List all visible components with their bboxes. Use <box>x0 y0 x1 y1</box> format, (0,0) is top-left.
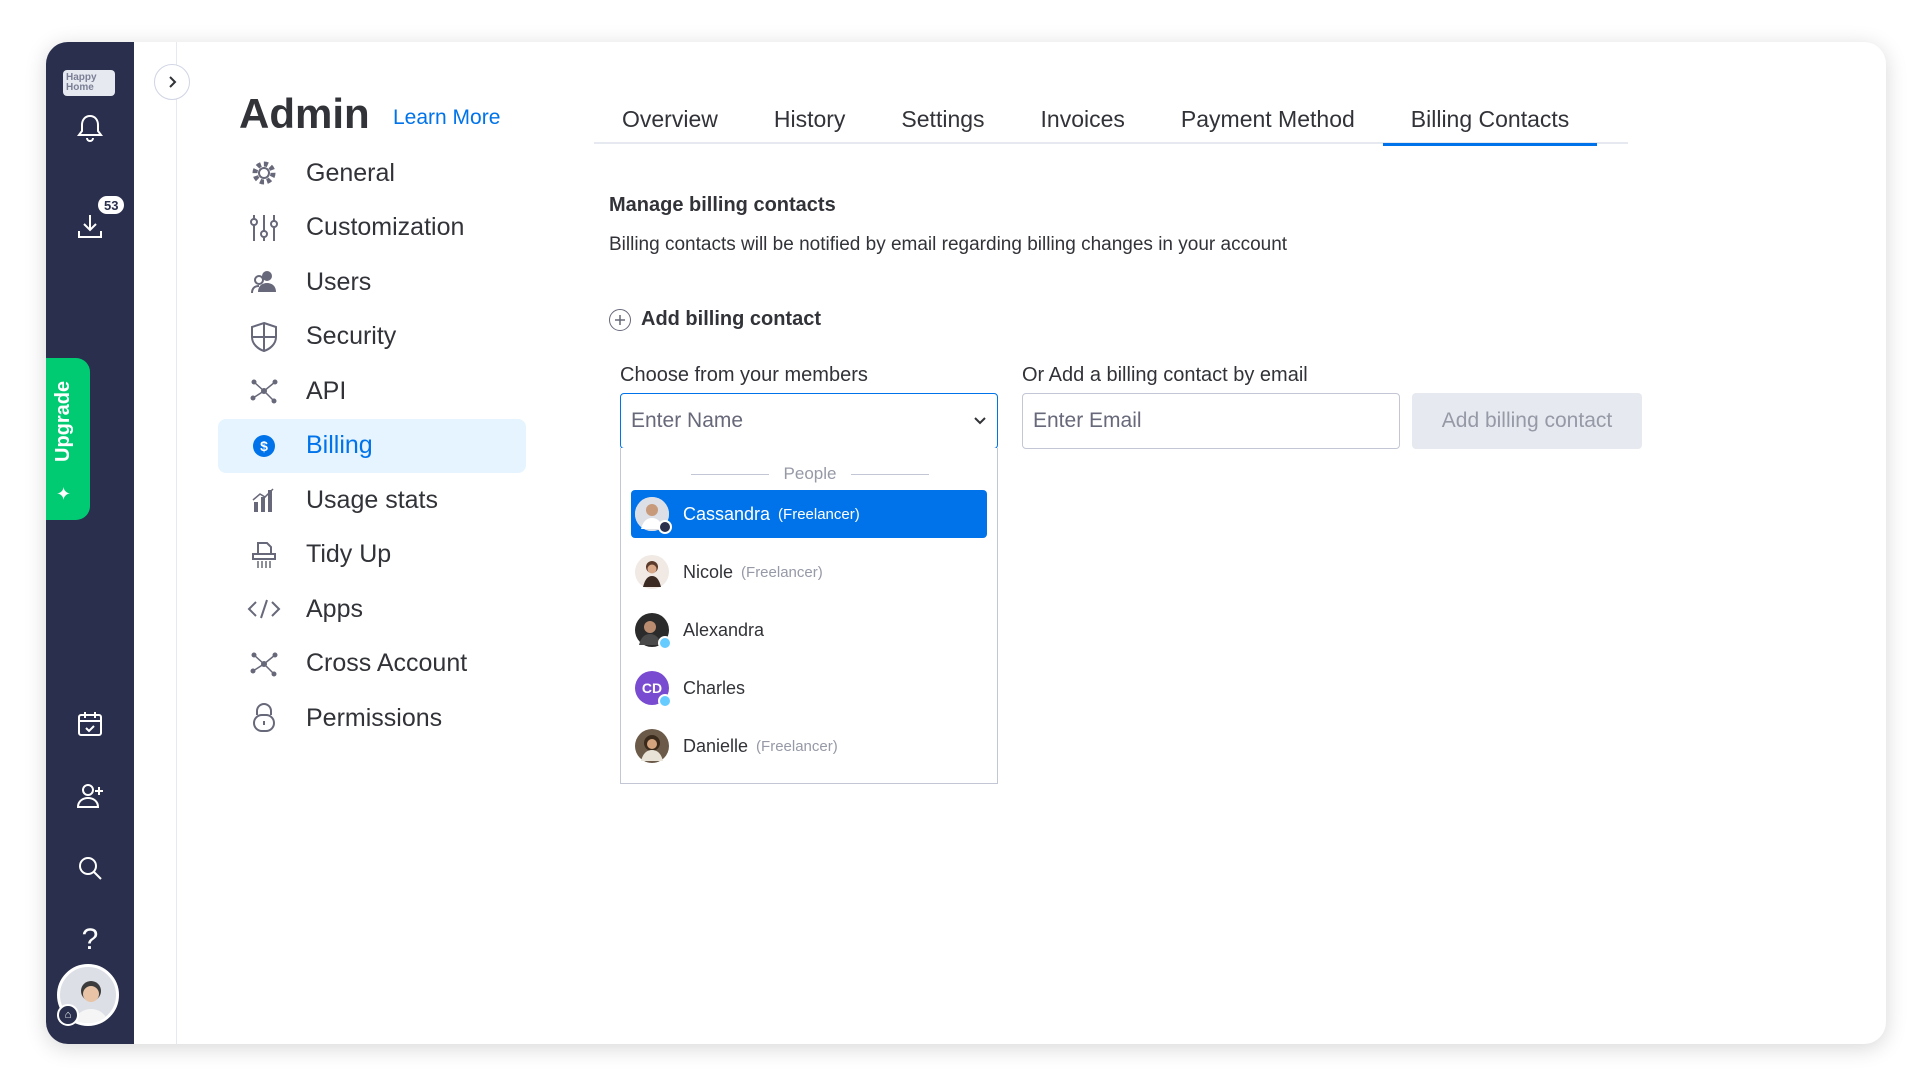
nav-item-users[interactable]: Users <box>218 255 526 309</box>
tab-payment-method[interactable]: Payment Method <box>1153 94 1383 144</box>
member-option-cassandra[interactable]: Cassandra (Freelancer) <box>631 490 987 538</box>
nav-item-usage-stats[interactable]: Usage stats <box>218 473 526 527</box>
nav-label: Customization <box>306 213 465 241</box>
bell-icon[interactable] <box>70 108 110 148</box>
upgrade-button[interactable]: Upgrade ✦ <box>46 358 90 520</box>
code-icon <box>246 591 282 627</box>
chevron-down-icon <box>974 417 986 425</box>
nav-label: API <box>306 376 347 405</box>
lock-icon <box>246 700 282 736</box>
nav-item-apps[interactable]: Apps <box>218 582 526 636</box>
nav-label: Tidy Up <box>306 540 392 568</box>
gear-icon <box>246 155 282 191</box>
group-separator: People <box>691 464 929 484</box>
nav-label: Security <box>306 322 397 350</box>
svg-text:$: $ <box>260 438 268 454</box>
billing-tabs: Overview History Settings Invoices Payme… <box>594 94 1628 146</box>
nav-item-billing[interactable]: $ Billing <box>218 418 526 473</box>
add-billing-contact-toggle[interactable]: Add billing contact <box>609 308 821 331</box>
home-icon <box>658 520 672 534</box>
api-nodes-icon <box>246 373 282 409</box>
option-name: Cassandra <box>683 503 771 524</box>
sidebar-divider <box>176 42 177 1044</box>
tab-invoices[interactable]: Invoices <box>1013 94 1153 144</box>
dollar-circle-icon: $ <box>246 428 282 464</box>
shredder-icon <box>246 537 282 573</box>
nav-label: General <box>306 158 395 187</box>
admin-nav: General Customization Users Security API <box>218 146 526 746</box>
add-billing-contact-button[interactable]: Add billing contact <box>1412 393 1642 449</box>
shield-icon <box>246 319 282 355</box>
left-rail: Happy Home 53 Upgrade ✦ ? ⌂ <box>46 42 134 1044</box>
member-name-select[interactable]: Enter Name <box>620 393 998 449</box>
nav-item-general[interactable]: General <box>218 146 526 200</box>
nav-item-tidy-up[interactable]: Tidy Up <box>218 528 526 582</box>
nav-label: Cross Account <box>306 649 468 677</box>
nav-item-customization[interactable]: Customization <box>218 201 526 255</box>
email-placeholder: Enter Email <box>1033 409 1142 432</box>
option-tag: (Freelancer) <box>741 563 823 581</box>
nav-item-cross-account[interactable]: Cross Account <box>218 637 526 691</box>
email-label: Or Add a billing contact by email <box>1022 364 1308 386</box>
users-icon <box>246 264 282 300</box>
avatar: CD <box>635 671 672 708</box>
calendar-check-icon[interactable] <box>70 704 110 744</box>
avatar <box>635 497 672 534</box>
group-label: People <box>783 464 837 483</box>
avatar-initials: CD <box>641 680 663 696</box>
avatar <box>635 555 669 589</box>
option-name: Alexandra <box>683 619 765 640</box>
name-placeholder: Enter Name <box>631 409 744 432</box>
page-title: Admin <box>239 90 370 137</box>
plus-circle-icon <box>609 308 631 331</box>
option-name: Charles <box>683 677 746 698</box>
avatar <box>635 613 672 650</box>
expand-sidebar-button[interactable] <box>154 64 190 100</box>
section-description: Billing contacts will be notified by ema… <box>609 234 1288 255</box>
learn-more-link[interactable]: Learn More <box>393 106 500 130</box>
option-name: Nicole <box>683 561 734 582</box>
home-icon: ⌂ <box>57 1004 79 1026</box>
tab-history[interactable]: History <box>746 94 874 144</box>
invite-user-icon[interactable] <box>70 776 110 816</box>
members-label: Choose from your members <box>620 364 868 386</box>
help-icon[interactable]: ? <box>70 920 110 960</box>
option-tag: (Freelancer) <box>778 505 860 523</box>
notification-badge: 53 <box>96 194 127 216</box>
nav-label: Usage stats <box>306 485 439 514</box>
chevron-right-icon <box>169 76 177 88</box>
upgrade-label: Upgrade <box>52 380 74 462</box>
search-icon[interactable] <box>70 848 110 888</box>
nav-label: Apps <box>306 594 363 623</box>
member-option-alexandra[interactable]: Alexandra <box>631 606 987 654</box>
avatar <box>635 729 669 763</box>
bar-chart-icon <box>246 482 282 518</box>
tab-settings[interactable]: Settings <box>873 94 1012 144</box>
member-option-charles[interactable]: CD Charles <box>631 664 987 712</box>
members-dropdown: People Cassandra (Freelancer) Nicole (Fr… <box>620 448 998 784</box>
option-tag: (Freelancer) <box>756 737 838 755</box>
nav-item-security[interactable]: Security <box>218 310 526 364</box>
app-window: Happy Home 53 Upgrade ✦ ? ⌂ Admin Learn … <box>46 42 1886 1044</box>
member-option-nicole[interactable]: Nicole (Freelancer) <box>631 548 987 596</box>
sparkle-icon: ✦ <box>56 484 72 504</box>
workspace-logo[interactable]: Happy Home <box>63 70 115 96</box>
tab-overview[interactable]: Overview <box>594 94 746 144</box>
nav-label: Billing <box>306 431 373 459</box>
option-name: Danielle <box>683 735 749 756</box>
nav-item-permissions[interactable]: Permissions <box>218 691 526 745</box>
nav-label: Users <box>306 267 372 296</box>
section-heading: Manage billing contacts <box>609 194 836 216</box>
tab-billing-contacts[interactable]: Billing Contacts <box>1382 94 1598 146</box>
sliders-icon <box>246 210 282 246</box>
add-billing-contact-label: Add billing contact <box>641 308 821 330</box>
network-icon <box>246 646 282 682</box>
nav-item-api[interactable]: API <box>218 364 526 418</box>
guest-badge-icon <box>658 694 672 708</box>
nav-label: Permissions <box>306 703 443 732</box>
member-option-danielle[interactable]: Danielle (Freelancer) <box>631 722 987 770</box>
email-input[interactable]: Enter Email <box>1022 393 1400 449</box>
guest-badge-icon <box>658 636 672 650</box>
